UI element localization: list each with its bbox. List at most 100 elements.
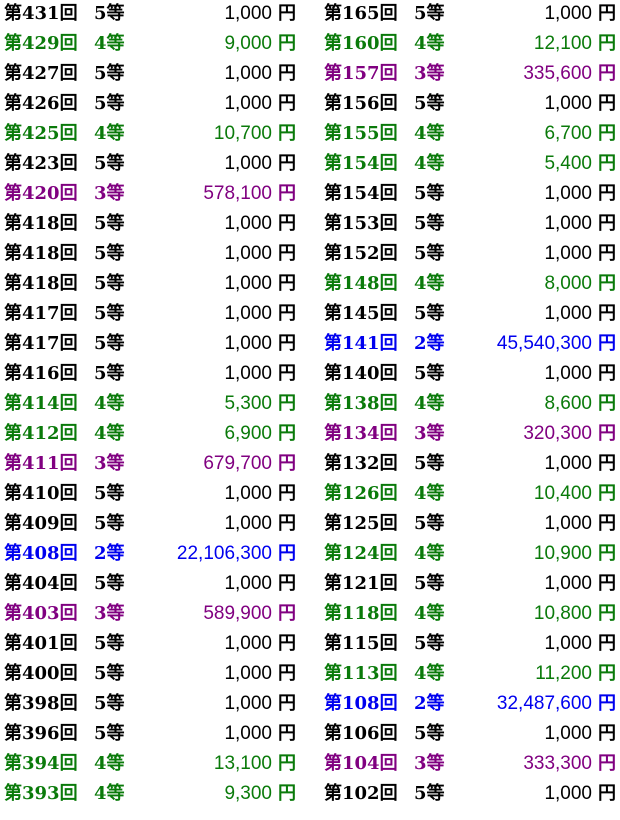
prize-amount: 8,000 xyxy=(544,273,592,294)
prize-grade: 5等 xyxy=(94,573,125,594)
draw-number: 第416回 xyxy=(4,363,78,384)
prize-grade: 5等 xyxy=(94,363,125,384)
draw-number: 第410回 xyxy=(4,483,78,504)
result-row: 第418回 5等 1,000 円 xyxy=(0,270,300,300)
prize-amount: 333,300 xyxy=(523,753,592,774)
prize-grade: 5等 xyxy=(414,783,445,804)
draw-number: 第115回 xyxy=(324,633,398,654)
prize-grade: 5等 xyxy=(94,483,125,504)
prize-grade: 5等 xyxy=(94,213,125,234)
prize-amount: 45,540,300 xyxy=(496,333,592,354)
prize-grade: 5等 xyxy=(414,243,445,264)
yen-unit: 円 xyxy=(278,783,296,804)
draw-number: 第160回 xyxy=(324,33,398,54)
prize-amount: 1,000 xyxy=(224,93,272,114)
yen-unit: 円 xyxy=(598,753,616,774)
prize-grade: 5等 xyxy=(94,93,125,114)
result-row: 第125回 5等 1,000 円 xyxy=(320,510,620,540)
yen-unit: 円 xyxy=(598,693,616,714)
result-row: 第106回 5等 1,000 円 xyxy=(320,720,620,750)
prize-amount: 1,000 xyxy=(544,363,592,384)
result-row: 第409回 5等 1,000 円 xyxy=(0,510,300,540)
draw-number: 第414回 xyxy=(4,393,78,414)
result-row: 第132回 5等 1,000 円 xyxy=(320,450,620,480)
prize-grade: 5等 xyxy=(94,153,125,174)
draw-number: 第141回 xyxy=(324,333,398,354)
result-row: 第404回 5等 1,000 円 xyxy=(0,570,300,600)
prize-amount: 1,000 xyxy=(544,243,592,264)
result-row: 第155回 4等 6,700 円 xyxy=(320,120,620,150)
prize-amount: 1,000 xyxy=(544,783,592,804)
draw-number: 第418回 xyxy=(4,243,78,264)
prize-grade: 5等 xyxy=(414,723,445,744)
prize-grade: 3等 xyxy=(94,453,125,474)
prize-grade: 2等 xyxy=(414,693,445,714)
result-row: 第400回 5等 1,000 円 xyxy=(0,660,300,690)
result-row: 第157回 3等 335,600 円 xyxy=(320,60,620,90)
results-column-right: 第165回 5等 1,000 円第160回 4等 12,100 円第157回 3等 335,60… xyxy=(320,0,620,810)
prize-amount: 589,900 xyxy=(203,603,272,624)
result-row: 第165回 5等 1,000 円 xyxy=(320,0,620,30)
yen-unit: 円 xyxy=(598,243,616,264)
prize-amount: 1,000 xyxy=(544,453,592,474)
prize-amount: 8,600 xyxy=(544,393,592,414)
prize-grade: 4等 xyxy=(414,273,445,294)
result-row: 第145回 5等 1,000 円 xyxy=(320,300,620,330)
draw-number: 第108回 xyxy=(324,693,398,714)
yen-unit: 円 xyxy=(598,303,616,324)
draw-number: 第400回 xyxy=(4,663,78,684)
result-row: 第118回 4等 10,800 円 xyxy=(320,600,620,630)
prize-amount: 1,000 xyxy=(224,153,272,174)
prize-amount: 1,000 xyxy=(544,93,592,114)
prize-amount: 1,000 xyxy=(224,333,272,354)
result-row: 第408回 2等 22,106,300 円 xyxy=(0,540,300,570)
result-row: 第398回 5等 1,000 円 xyxy=(0,690,300,720)
prize-grade: 5等 xyxy=(414,363,445,384)
prize-amount: 1,000 xyxy=(224,363,272,384)
draw-number: 第113回 xyxy=(324,663,398,684)
result-row: 第160回 4等 12,100 円 xyxy=(320,30,620,60)
yen-unit: 円 xyxy=(278,93,296,114)
draw-number: 第417回 xyxy=(4,303,78,324)
prize-amount: 1,000 xyxy=(544,633,592,654)
result-row: 第426回 5等 1,000 円 xyxy=(0,90,300,120)
prize-grade: 4等 xyxy=(414,33,445,54)
prize-amount: 1,000 xyxy=(224,723,272,744)
draw-number: 第409回 xyxy=(4,513,78,534)
result-row: 第425回 4等 10,700 円 xyxy=(0,120,300,150)
yen-unit: 円 xyxy=(598,573,616,594)
result-row: 第141回 2等 45,540,300 円 xyxy=(320,330,620,360)
prize-grade: 2等 xyxy=(94,543,125,564)
yen-unit: 円 xyxy=(598,33,616,54)
draw-number: 第404回 xyxy=(4,573,78,594)
draw-number: 第104回 xyxy=(324,753,398,774)
draw-number: 第394回 xyxy=(4,753,78,774)
result-row: 第403回 3等 589,900 円 xyxy=(0,600,300,630)
prize-amount: 1,000 xyxy=(224,483,272,504)
prize-grade: 4等 xyxy=(414,663,445,684)
prize-amount: 9,300 xyxy=(224,783,272,804)
draw-number: 第429回 xyxy=(4,33,78,54)
result-row: 第124回 4等 10,900 円 xyxy=(320,540,620,570)
prize-grade: 3等 xyxy=(94,183,125,204)
draw-number: 第401回 xyxy=(4,633,78,654)
result-row: 第153回 5等 1,000 円 xyxy=(320,210,620,240)
result-row: 第410回 5等 1,000 円 xyxy=(0,480,300,510)
draw-number: 第393回 xyxy=(4,783,78,804)
draw-number: 第398回 xyxy=(4,693,78,714)
prize-grade: 5等 xyxy=(414,303,445,324)
prize-grade: 4等 xyxy=(414,153,445,174)
result-row: 第102回 5等 1,000 円 xyxy=(320,780,620,810)
yen-unit: 円 xyxy=(598,153,616,174)
yen-unit: 円 xyxy=(278,243,296,264)
draw-number: 第102回 xyxy=(324,783,398,804)
draw-number: 第396回 xyxy=(4,723,78,744)
prize-grade: 5等 xyxy=(414,633,445,654)
yen-unit: 円 xyxy=(278,303,296,324)
draw-number: 第420回 xyxy=(4,183,78,204)
prize-amount: 1,000 xyxy=(544,723,592,744)
result-row: 第156回 5等 1,000 円 xyxy=(320,90,620,120)
prize-grade: 5等 xyxy=(414,513,445,534)
yen-unit: 円 xyxy=(598,603,616,624)
result-row: 第140回 5等 1,000 円 xyxy=(320,360,620,390)
